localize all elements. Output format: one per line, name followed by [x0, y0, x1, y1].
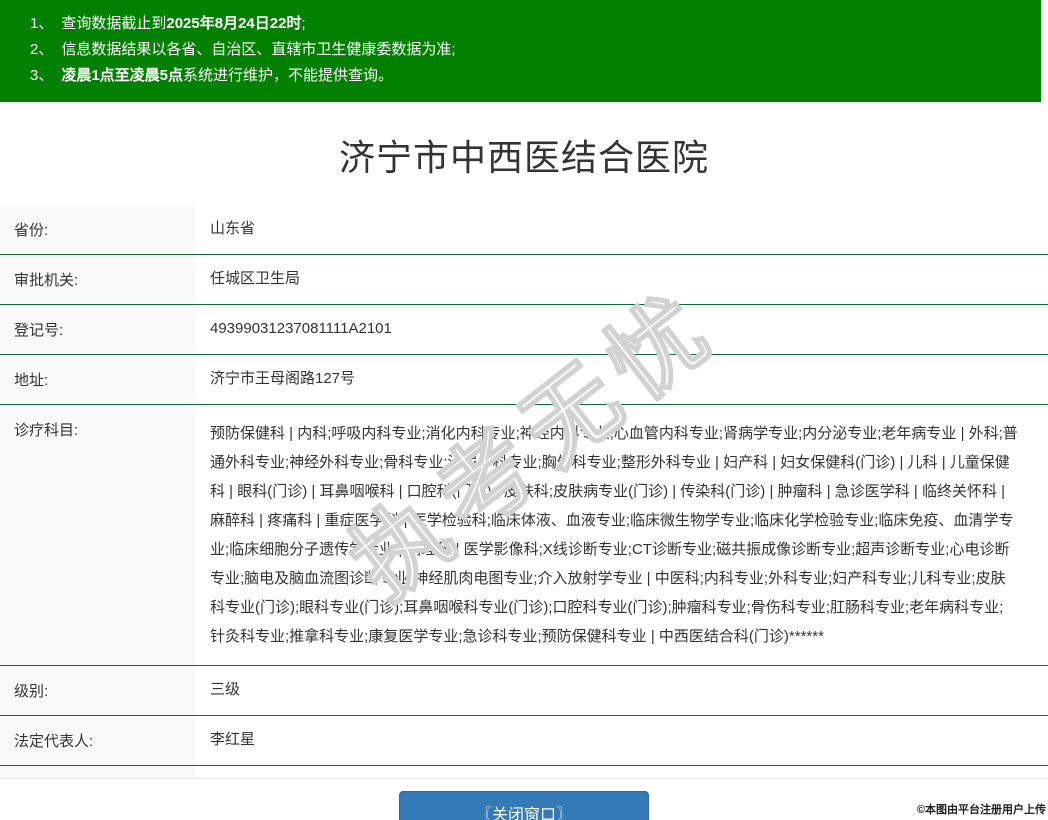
field-label: 级别:	[0, 665, 195, 716]
notice-line-1: 1、 查询数据截止到2025年8月24日22时;	[30, 11, 1031, 37]
field-value: 预防保健科 | 内科;呼吸内科专业;消化内科专业;神经内科专业;心血管内科专业;…	[195, 404, 1048, 666]
notice-text: ;	[301, 15, 306, 32]
notice-banner: 1、 查询数据截止到2025年8月24日22时; 2、 信息数据结果以各省、自治区、…	[0, 0, 1041, 102]
field-label: 地址:	[0, 354, 195, 405]
table-row-level: 级别: 三级	[0, 665, 1048, 716]
field-label: 省份:	[0, 205, 195, 255]
table-row-address: 地址: 济宁市王母阁路127号	[0, 354, 1048, 405]
field-value: 济宁市王母阁路127号	[195, 354, 1048, 405]
field-value: 山东省	[195, 205, 1048, 255]
notice-line-2: 2、 信息数据结果以各省、自治区、直辖市卫生健康委数据为准;	[30, 37, 1031, 63]
notice-text-bold: 2025年8月24日22时	[166, 15, 302, 32]
field-label: 审批机关:	[0, 254, 195, 305]
button-bar: 〖关闭窗口〗	[0, 791, 1048, 820]
field-value: 49399031237081111A2101	[195, 304, 1048, 355]
page-title: 济宁市中西医结合医院	[338, 137, 709, 178]
truncated-row-stub	[0, 766, 1048, 779]
field-value: 任城区卫生局	[195, 254, 1048, 305]
hospital-info-table: 省份: 山东省 审批机关: 任城区卫生局 登记号: 49399031237081…	[0, 205, 1048, 766]
notice-text: 查询数据截止到	[61, 15, 167, 32]
table-row-medical-subjects: 诊疗科目: 预防保健科 | 内科;呼吸内科专业;消化内科专业;神经内科专业;心血…	[0, 404, 1048, 666]
table-row-approval-authority: 审批机关: 任城区卫生局	[0, 254, 1048, 305]
notice-text-bold: 凌晨1点至凌晨5点	[61, 67, 184, 84]
field-label: 法定代表人:	[0, 715, 195, 766]
field-value: 李红星	[195, 715, 1048, 766]
notice-number: 3、	[30, 67, 54, 84]
truncated-row-label-cell	[0, 766, 195, 778]
table-row-legal-representative: 法定代表人: 李红星	[0, 715, 1048, 766]
upload-note: ©本图由平台注册用户上传	[916, 804, 1046, 816]
notice-line-3: 3、 凌晨1点至凌晨5点系统进行维护，不能提供查询。	[30, 63, 1031, 89]
notice-text: 信息数据结果以各省、自治区、直辖市卫生健康委数据为准;	[61, 41, 456, 58]
field-value: 三级	[195, 665, 1048, 716]
field-label: 诊疗科目:	[0, 404, 195, 666]
table-row-province: 省份: 山东省	[0, 205, 1048, 255]
notice-text: 系统进行维护，不能提供查询。	[183, 67, 394, 84]
notice-number: 1、	[30, 15, 54, 32]
notice-number: 2、	[30, 41, 54, 58]
close-window-button[interactable]: 〖关闭窗口〗	[399, 791, 649, 820]
field-label: 登记号:	[0, 304, 195, 355]
table-row-registration-number: 登记号: 49399031237081111A2101	[0, 304, 1048, 355]
